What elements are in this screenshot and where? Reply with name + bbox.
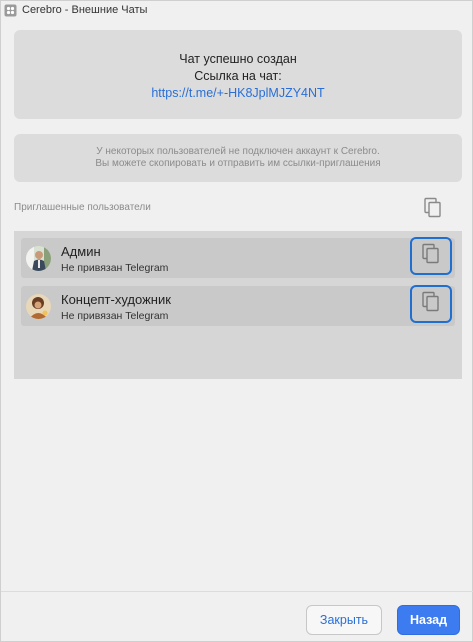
user-name: Концепт-художник [61, 292, 171, 307]
footer-divider [1, 591, 473, 592]
copy-icon [421, 243, 441, 270]
user-status: Не привязан Telegram [61, 262, 169, 274]
copy-all-icon[interactable] [423, 197, 443, 219]
avatar [26, 294, 51, 319]
copy-invite-button[interactable] [410, 237, 452, 275]
chat-created-panel: Чат успешно создан Ссылка на чат: https:… [14, 30, 462, 119]
notice-line-1: У некоторых пользователей не подключен а… [96, 146, 380, 157]
external-chats-window: Cerebro - Внешние Чаты Чат успешно созда… [0, 0, 473, 642]
title-bar: Cerebro - Внешние Чаты [1, 1, 472, 19]
user-name: Админ [61, 244, 101, 259]
window-title: Cerebro - Внешние Чаты [22, 4, 148, 16]
notice-line-2: Вы можете скопировать и отправить им ссы… [95, 158, 381, 169]
close-button[interactable]: Закрыть [306, 605, 382, 635]
avatar [26, 246, 51, 271]
success-message: Чат успешно создан [179, 52, 297, 66]
invited-users-list: Админ Не привязан Telegram Концепт-худож… [14, 231, 462, 379]
chat-link[interactable]: https://t.me/+-HK8JplMJZY4NT [14, 86, 462, 100]
copy-invite-button[interactable] [410, 285, 452, 323]
back-button[interactable]: Назад [397, 605, 460, 635]
copy-icon [421, 291, 441, 318]
chat-link-label: Ссылка на чат: [194, 69, 282, 83]
user-row-concept-artist: Концепт-художник Не привязан Telegram [21, 285, 455, 326]
user-status: Не привязан Telegram [61, 310, 169, 322]
user-row-admin: Админ Не привязан Telegram [21, 237, 455, 278]
notice-panel: У некоторых пользователей не подключен а… [14, 134, 462, 182]
invited-users-label: Приглашенные пользователи [14, 202, 151, 213]
cerebro-logo-icon [4, 4, 17, 17]
